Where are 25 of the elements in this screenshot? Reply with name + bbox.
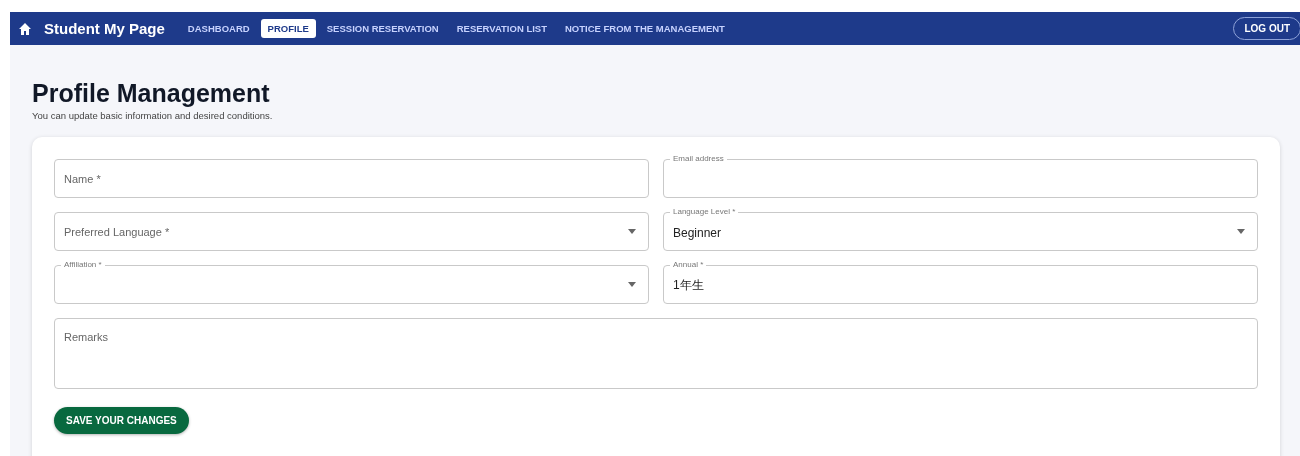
page-title: Profile Management [32,79,271,108]
field-label: Affiliation * [61,260,105,269]
nav-tab[interactable]: SESSION RESERVATION [319,19,446,38]
caret-icon [628,229,636,234]
dropdown-field[interactable]: Preferred Language * [54,212,649,251]
caret-icon [1237,229,1245,234]
field-label: Remarks [64,331,108,343]
home-icon[interactable] [18,21,32,36]
caret-icon [628,282,636,287]
page-subtitle: You can update basic information and desired conditions. [32,110,274,121]
nav-tab[interactable]: NOTICE FROM THE MANAGEMENT [557,19,732,38]
nav-tab[interactable]: DASHBOARD [180,19,257,38]
field-value: Beginner [673,224,722,240]
save-button[interactable]: SAVE YOUR CHANGES [54,407,189,434]
field-label: Email address [670,154,727,163]
app-title: Student My Page [44,20,165,37]
nav-tab[interactable]: RESERVATION LIST [449,19,554,38]
field-value: 1年生 [673,277,704,294]
field-label: Preferred Language * [64,225,170,238]
field-label: Language Level * [670,207,739,216]
text-field[interactable]: Name * [54,159,649,198]
nav-tab[interactable]: PROFILE [260,19,316,38]
field-label: Name * [64,172,101,185]
text-area[interactable]: Remarks [54,318,1258,389]
field-label: Annual * [670,260,707,269]
